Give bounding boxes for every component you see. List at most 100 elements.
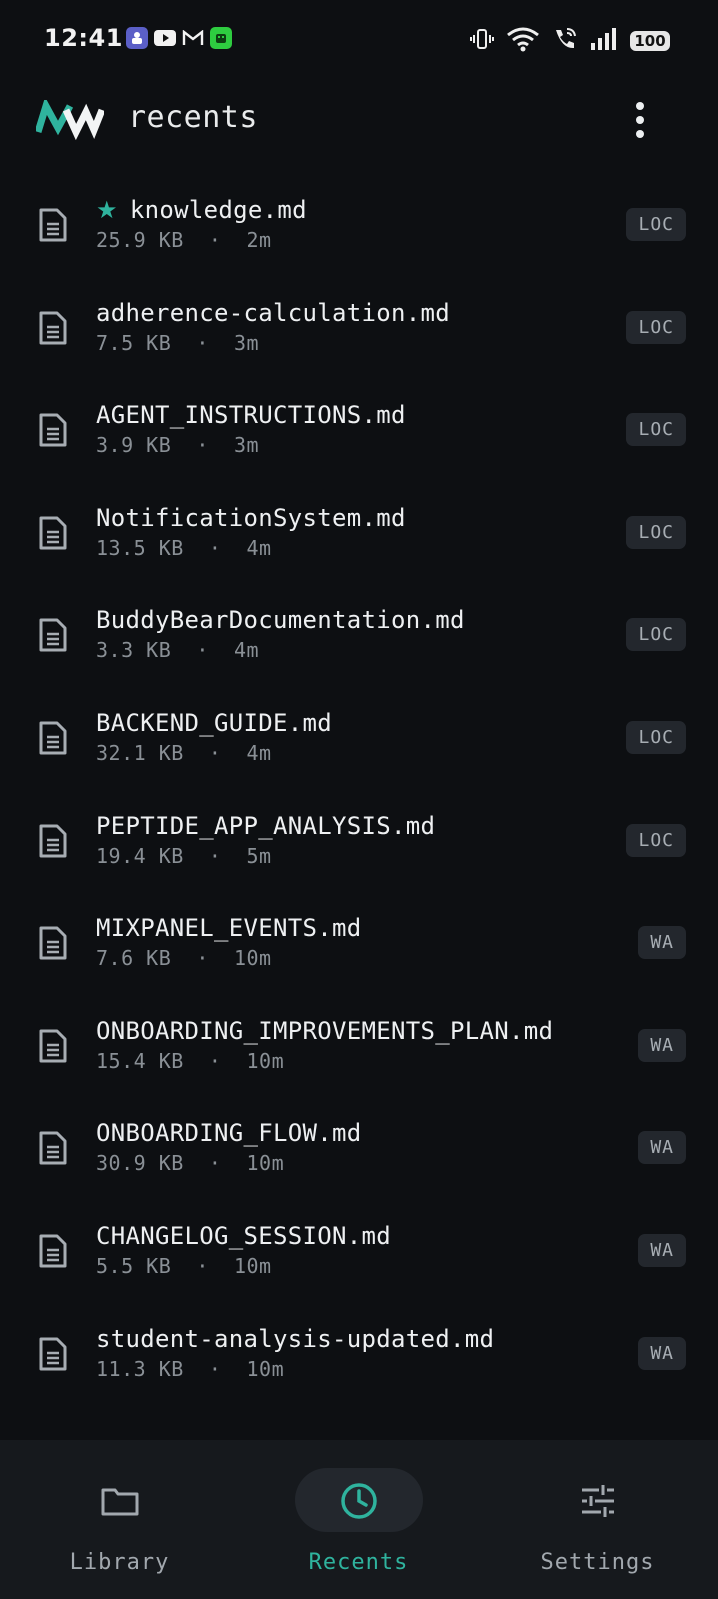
document-icon — [38, 617, 68, 653]
file-age: 4m — [233, 638, 260, 663]
file-row[interactable]: ★ knowledge.md 25.9 KB · 2m LOC — [0, 170, 718, 273]
file-name-text: CHANGELOG_SESSION.md — [96, 1221, 391, 1250]
gmail-icon — [182, 27, 204, 49]
meta-separator: · — [171, 638, 234, 663]
meta-separator: · — [171, 433, 234, 458]
file-name: BACKEND_GUIDE.md — [96, 709, 332, 737]
more-options-button[interactable] — [624, 96, 656, 144]
nav-settings[interactable]: Settings — [478, 1440, 717, 1599]
document-icon — [38, 1336, 68, 1372]
nav-label-settings: Settings — [540, 1550, 655, 1575]
folder-icon — [99, 1480, 141, 1522]
file-meta: 3.9 KB · 3m — [96, 433, 259, 457]
clock-icon — [338, 1480, 380, 1522]
document-icon — [38, 412, 68, 448]
file-meta: 15.4 KB · 10m — [96, 1049, 284, 1073]
file-age: 10m — [233, 1253, 272, 1278]
source-badge: LOC — [626, 720, 686, 754]
more-vert-icon — [636, 102, 644, 110]
system-icons: 100 — [470, 26, 670, 56]
file-row[interactable]: adherence-calculation.md 7.5 KB · 3m LOC — [0, 273, 718, 376]
vibrate-icon — [470, 27, 494, 55]
file-name-text: BACKEND_GUIDE.md — [96, 708, 332, 737]
app-bar: recents — [0, 82, 718, 160]
page-title: recents — [128, 100, 258, 135]
status-time: 12:41 — [44, 24, 123, 52]
mw-logo — [34, 97, 106, 141]
android-app-icon — [210, 27, 232, 49]
nav-recents[interactable]: Recents — [239, 1440, 478, 1599]
file-row[interactable]: BACKEND_GUIDE.md 32.1 KB · 4m LOC — [0, 683, 718, 786]
source-badge: WA — [638, 1028, 686, 1062]
recent-files-list[interactable]: ★ knowledge.md 25.9 KB · 2m LOC adherence-ca… — [0, 170, 718, 1440]
file-age: 5m — [246, 843, 272, 868]
file-name: student-analysis-updated.md — [96, 1325, 494, 1353]
file-meta: 19.4 KB · 5m — [96, 844, 272, 868]
document-icon — [38, 1130, 68, 1166]
document-icon — [38, 823, 68, 859]
file-name-text: PEPTIDE_APP_ANALYSIS.md — [96, 811, 436, 840]
file-size: 5.5 KB — [96, 1253, 172, 1278]
file-name: ONBOARDING_IMPROVEMENTS_PLAN.md — [96, 1017, 553, 1045]
file-size: 30.9 KB — [96, 1151, 184, 1176]
source-badge: WA — [638, 1336, 686, 1370]
meta-separator: · — [183, 740, 247, 765]
file-age: 4m — [246, 740, 272, 765]
document-icon — [38, 925, 68, 961]
file-row[interactable]: AGENT_INSTRUCTIONS.md 3.9 KB · 3m LOC — [0, 375, 718, 478]
document-icon — [38, 720, 68, 756]
file-row[interactable]: MIXPANEL_EVENTS.md 7.6 KB · 10m WA — [0, 888, 718, 991]
file-size: 3.9 KB — [96, 433, 172, 458]
file-name: MIXPANEL_EVENTS.md — [96, 914, 362, 942]
file-age: 2m — [246, 228, 272, 252]
file-row[interactable]: ONBOARDING_IMPROVEMENTS_PLAN.md 15.4 KB ·… — [0, 991, 718, 1094]
file-age: 10m — [246, 1151, 285, 1176]
file-row[interactable]: BuddyBearDocumentation.md 3.3 KB · 4m LOC — [0, 580, 718, 683]
document-icon — [38, 1028, 68, 1064]
file-meta: 5.5 KB · 10m — [96, 1254, 272, 1278]
teams-icon — [126, 27, 148, 49]
file-meta: 3.3 KB · 4m — [96, 638, 259, 662]
bottom-navigation: Library Recents Settings — [0, 1440, 718, 1599]
file-row[interactable]: ONBOARDING_FLOW.md 30.9 KB · 10m WA — [0, 1093, 718, 1196]
wifi-icon — [506, 26, 540, 56]
file-meta: 13.5 KB · 4m — [96, 536, 272, 560]
source-badge: LOC — [626, 515, 686, 549]
meta-separator: · — [171, 946, 234, 971]
source-badge: LOC — [626, 208, 686, 241]
file-row[interactable]: PEPTIDE_APP_ANALYSIS.md 19.4 KB · 5m LOC — [0, 786, 718, 889]
file-size: 11.3 KB — [96, 1356, 184, 1381]
file-name: CHANGELOG_SESSION.md — [96, 1222, 391, 1250]
file-row[interactable]: NotificationSystem.md 13.5 KB · 4m LOC — [0, 478, 718, 581]
file-name-text: AGENT_INSTRUCTIONS.md — [96, 401, 406, 430]
file-meta: 25.9 KB · 2m — [96, 228, 272, 252]
source-badge: WA — [638, 1233, 686, 1267]
file-row[interactable]: CHANGELOG_SESSION.md 5.5 KB · 10m WA — [0, 1196, 718, 1299]
file-name: PEPTIDE_APP_ANALYSIS.md — [96, 812, 435, 840]
meta-separator: · — [183, 1048, 247, 1073]
document-icon — [38, 310, 68, 346]
file-name: NotificationSystem.md — [96, 504, 406, 532]
file-row[interactable]: student-analysis-updated.md 11.3 KB · 10m… — [0, 1299, 718, 1402]
file-size: 15.4 KB — [96, 1048, 184, 1073]
file-age: 10m — [246, 1048, 285, 1073]
signal-icon — [590, 27, 618, 55]
file-size: 7.6 KB — [96, 946, 172, 971]
file-meta: 30.9 KB · 10m — [96, 1151, 284, 1175]
file-name-text: ONBOARDING_FLOW.md — [96, 1119, 362, 1148]
file-size: 32.1 KB — [96, 740, 184, 765]
document-icon — [38, 515, 68, 551]
file-name: BuddyBearDocumentation.md — [96, 606, 465, 634]
file-name-text: NotificationSystem.md — [96, 503, 406, 532]
meta-separator: · — [171, 1253, 234, 1278]
file-meta: 32.1 KB · 4m — [96, 741, 272, 765]
file-name: adherence-calculation.md — [96, 299, 450, 327]
notification-icons — [126, 27, 232, 49]
file-name-text: student-analysis-updated.md — [96, 1324, 495, 1353]
document-icon — [38, 1233, 68, 1269]
nav-library[interactable]: Library — [0, 1440, 239, 1599]
file-size: 3.3 KB — [96, 638, 172, 663]
source-badge: WA — [638, 1131, 686, 1165]
file-size: 25.9 KB — [96, 228, 184, 252]
star-icon: ★ — [96, 196, 118, 224]
